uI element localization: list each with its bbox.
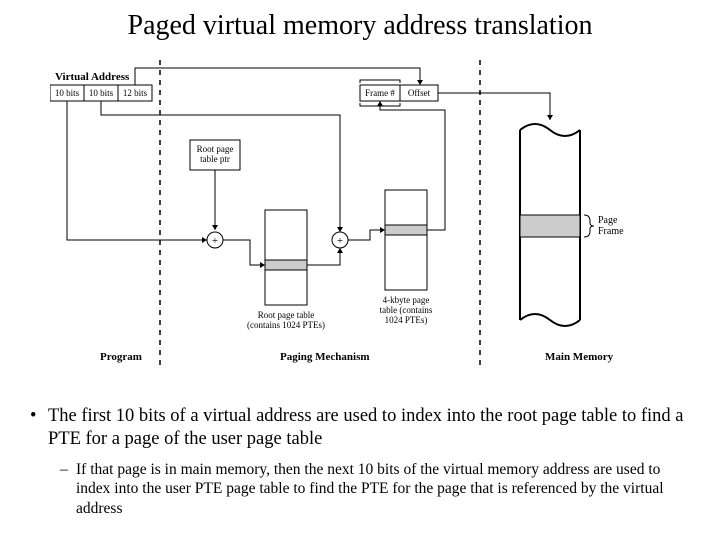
offset-path <box>135 68 420 85</box>
svg-text:Frame #: Frame # <box>365 88 395 98</box>
root-page-table: Root page table (contains 1024 PTEs) <box>247 210 325 330</box>
svg-text:10 bits: 10 bits <box>89 88 114 98</box>
svg-text:12 bits: 12 bits <box>123 88 148 98</box>
svg-text:Root page table: Root page table <box>258 310 314 320</box>
bullet-sub: – If that page is in main memory, then t… <box>60 460 690 518</box>
svg-text:Page: Page <box>598 215 618 226</box>
bullet-main: • The first 10 bits of a virtual address… <box>30 405 690 451</box>
svg-text:+: + <box>337 235 343 247</box>
svg-text:table (contains: table (contains <box>380 305 433 315</box>
page-title: Paged virtual memory address translation <box>0 10 720 42</box>
section-memory-label: Main Memory <box>545 351 614 363</box>
svg-text:+: + <box>212 235 218 247</box>
svg-text:1024 PTEs): 1024 PTEs) <box>385 315 428 325</box>
section-paging-label: Paging Mechanism <box>280 351 370 363</box>
virtual-address-fields: 10 bits 10 bits 12 bits <box>50 85 152 101</box>
address-translation-diagram: Program Paging Mechanism Main Memory Vir… <box>50 60 670 390</box>
physical-address-fields: Frame # Offset <box>360 80 438 106</box>
phys-to-memory-path <box>438 93 550 120</box>
svg-text:10 bits: 10 bits <box>55 88 80 98</box>
root-ptr-box: Root page table ptr <box>190 140 240 170</box>
svg-text:Root page: Root page <box>197 144 234 154</box>
user-page-table: 4-kbyte page table (contains 1024 PTEs) <box>380 190 433 325</box>
vaddr-bits1-path <box>67 101 207 240</box>
svg-text:Offset: Offset <box>408 88 431 98</box>
main-memory: Page Frame <box>520 124 624 326</box>
svg-text:4-kbyte page: 4-kbyte page <box>383 295 430 305</box>
svg-text:(contains 1024 PTEs): (contains 1024 PTEs) <box>247 320 325 330</box>
section-program-label: Program <box>100 351 142 363</box>
svg-text:Frame: Frame <box>598 226 624 237</box>
svg-text:table ptr: table ptr <box>200 154 230 164</box>
virtual-address-label: Virtual Address <box>55 71 130 83</box>
